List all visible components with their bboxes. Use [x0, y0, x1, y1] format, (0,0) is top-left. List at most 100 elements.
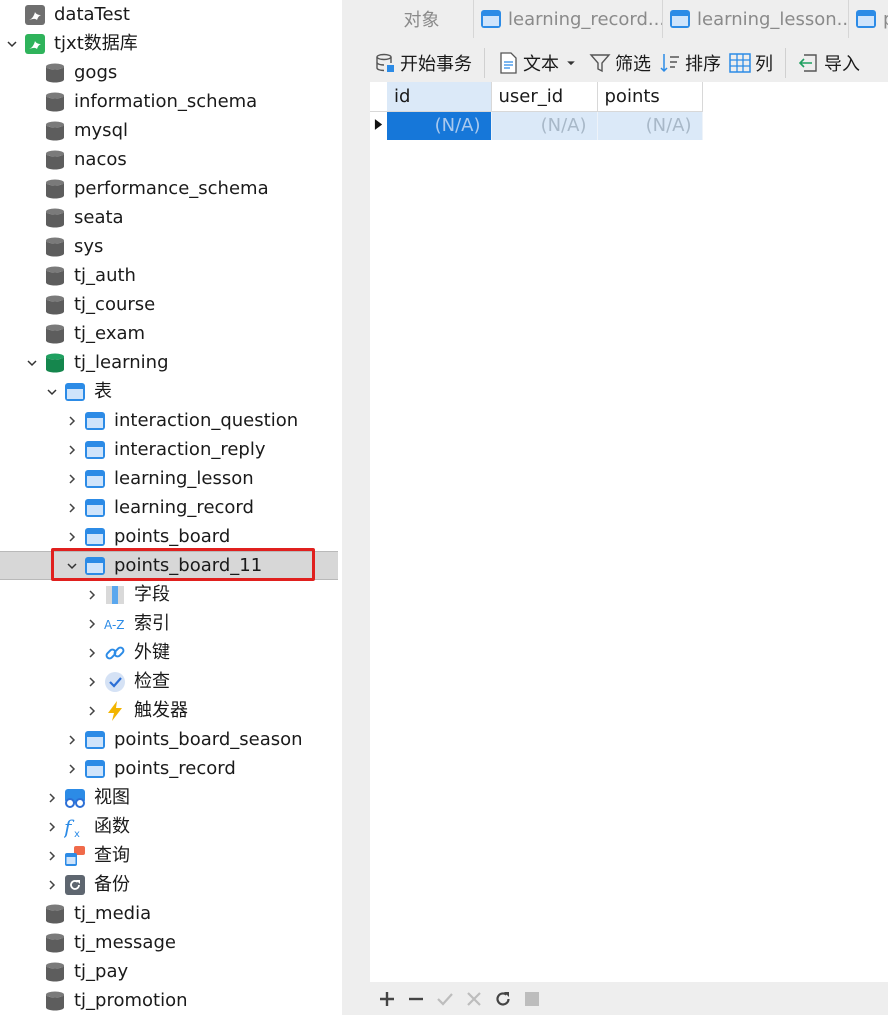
- database-tj-pay[interactable]: tj_pay: [0, 957, 338, 986]
- chevron-right-icon[interactable]: [42, 817, 62, 837]
- chevron-right-icon[interactable]: [42, 875, 62, 895]
- sort-button[interactable]: 排序: [655, 46, 725, 80]
- chevron-down-icon[interactable]: [62, 556, 82, 576]
- chevron-right-icon[interactable]: [82, 643, 102, 663]
- columns-button[interactable]: 列: [725, 46, 777, 80]
- column-header-user-id[interactable]: user_id: [491, 82, 598, 112]
- database-information-schema[interactable]: information_schema: [0, 87, 338, 116]
- table-row[interactable]: (N/A) (N/A) (N/A): [370, 111, 703, 140]
- table-learning-lesson[interactable]: learning_lesson: [0, 464, 338, 493]
- grid-action-bar: [370, 983, 888, 1015]
- discard-changes-button[interactable]: [463, 988, 485, 1010]
- table-points-board-season[interactable]: points_board_season: [0, 725, 338, 754]
- dropdown-arrow-icon[interactable]: [565, 57, 577, 69]
- chevron-right-icon[interactable]: [82, 672, 102, 692]
- chevron-right-icon[interactable]: [62, 469, 82, 489]
- import-label: 导入: [824, 54, 860, 75]
- tab-points[interactable]: p: [849, 0, 888, 38]
- chevron-right-icon[interactable]: [62, 498, 82, 518]
- delete-record-button[interactable]: [405, 988, 427, 1010]
- table-node-indexes[interactable]: A-Z 索引: [0, 609, 338, 638]
- table-node-checks[interactable]: 检查: [0, 667, 338, 696]
- chevron-right-icon[interactable]: [62, 411, 82, 431]
- chevron-right-icon[interactable]: [42, 788, 62, 808]
- chevron-right-icon[interactable]: [82, 701, 102, 721]
- tab-learning-lesson[interactable]: learning_lesson...: [663, 0, 849, 38]
- chevron-right-icon[interactable]: [42, 846, 62, 866]
- stop-button[interactable]: [521, 988, 543, 1010]
- tree-item-label: interaction_question: [114, 409, 299, 431]
- tab-objects[interactable]: 对象: [370, 0, 474, 38]
- table-icon: [84, 497, 106, 519]
- table-node-fields[interactable]: 字段: [0, 580, 338, 609]
- folder-views[interactable]: 视图: [0, 783, 338, 812]
- folder-tables[interactable]: 表: [0, 377, 338, 406]
- chevron-right-icon[interactable]: [62, 730, 82, 750]
- document-icon: [500, 52, 517, 74]
- table-node-foreign-keys[interactable]: 外键: [0, 638, 338, 667]
- close-icon: [467, 992, 481, 1006]
- column-header-points[interactable]: points: [597, 82, 703, 112]
- database-mysql[interactable]: mysql: [0, 116, 338, 145]
- begin-transaction-button[interactable]: 开始事务: [370, 46, 476, 80]
- chevron-right-icon[interactable]: [82, 614, 102, 634]
- database-sys[interactable]: sys: [0, 232, 338, 261]
- text-view-button[interactable]: 文本: [493, 46, 585, 80]
- database-tj-message[interactable]: tj_message: [0, 928, 338, 957]
- folder-functions[interactable]: f x 函数: [0, 812, 338, 841]
- database-seata[interactable]: seata: [0, 203, 338, 232]
- trigger-lightning-icon: [104, 700, 126, 722]
- database-performance-schema[interactable]: performance_schema: [0, 174, 338, 203]
- tab-learning-record[interactable]: learning_record...: [474, 0, 663, 38]
- folder-queries[interactable]: 查询: [0, 841, 338, 870]
- chevron-right-icon[interactable]: [62, 527, 82, 547]
- refresh-button[interactable]: [492, 988, 514, 1010]
- chevron-right-icon[interactable]: [62, 759, 82, 779]
- chevron-down-icon[interactable]: [2, 34, 22, 54]
- table-learning-record[interactable]: learning_record: [0, 493, 338, 522]
- text-view-label: 文本: [523, 54, 559, 75]
- table-interaction-reply[interactable]: interaction_reply: [0, 435, 338, 464]
- database-icon: [44, 178, 66, 200]
- database-nacos[interactable]: nacos: [0, 145, 338, 174]
- database-tj-learning[interactable]: tj_learning: [0, 348, 338, 377]
- table-label: points_board_11: [114, 554, 263, 576]
- folder-backups[interactable]: 备份: [0, 870, 338, 899]
- database-tj-media[interactable]: tj_media: [0, 899, 338, 928]
- table-interaction-question[interactable]: interaction_question: [0, 406, 338, 435]
- chevron-down-icon[interactable]: [22, 353, 42, 373]
- filter-button[interactable]: 筛选: [585, 46, 655, 80]
- database-gogs[interactable]: gogs: [0, 58, 338, 87]
- row-marker-header: [370, 82, 387, 112]
- connection-tjxt[interactable]: tjxt数据库: [0, 29, 338, 58]
- connection-datatest[interactable]: dataTest: [0, 0, 338, 29]
- database-tj-course[interactable]: tj_course: [0, 290, 338, 319]
- database-tj-exam[interactable]: tj_exam: [0, 319, 338, 348]
- table-node-triggers[interactable]: 触发器: [0, 696, 338, 725]
- column-header-id[interactable]: id: [387, 82, 492, 112]
- filter-icon: [589, 54, 611, 73]
- chevron-down-icon[interactable]: [42, 382, 62, 402]
- table-points-board[interactable]: points_board: [0, 522, 338, 551]
- tree-item-label: tj_exam: [74, 322, 146, 344]
- cell-user-id[interactable]: (N/A): [491, 111, 598, 140]
- database-icon: [44, 990, 66, 1012]
- table-points-board-11[interactable]: points_board_11: [0, 551, 338, 580]
- database-tj-promotion[interactable]: tj_promotion: [0, 986, 338, 1015]
- chevron-right-icon[interactable]: [62, 440, 82, 460]
- table-points-record[interactable]: points_record: [0, 754, 338, 783]
- tree-item-label: information_schema: [74, 90, 258, 112]
- database-tj-auth[interactable]: tj_auth: [0, 261, 338, 290]
- cell-id[interactable]: (N/A): [387, 111, 492, 140]
- database-icon: [44, 236, 66, 258]
- database-icon: [44, 91, 66, 113]
- data-grid: id user_id points (N/A) (N/A) (N/A): [370, 82, 888, 982]
- apply-changes-button[interactable]: [434, 988, 456, 1010]
- cell-points[interactable]: (N/A): [597, 111, 703, 140]
- add-record-button[interactable]: [376, 988, 398, 1010]
- tree-item-label: points_board: [114, 525, 231, 547]
- database-icon: [44, 62, 66, 84]
- chevron-right-icon[interactable]: [82, 585, 102, 605]
- tree-item-label: tj_auth: [74, 264, 136, 286]
- import-button[interactable]: 导入: [794, 46, 864, 80]
